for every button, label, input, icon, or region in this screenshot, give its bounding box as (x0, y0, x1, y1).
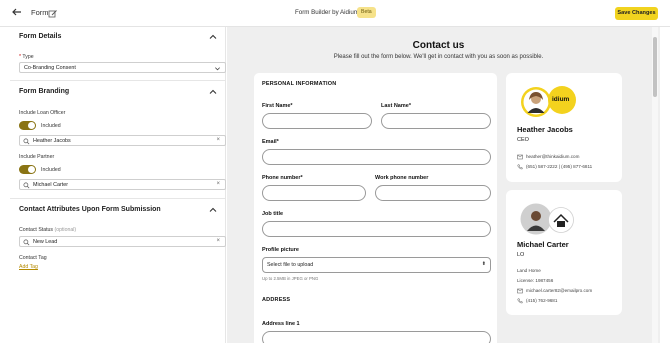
loan-officer-value: Heather Jacobs (33, 138, 71, 144)
contact-status-value: New Lead (33, 239, 58, 245)
page-title: Form (31, 8, 49, 17)
form-card: PERSONAL INFORMATION First Name* Last Na… (254, 73, 497, 343)
file-upload-text: Select file to upload (267, 262, 314, 268)
partner-label: Include Partner (19, 154, 55, 160)
chevron-up-icon[interactable] (208, 205, 218, 215)
first-name-label: First Name* (262, 103, 293, 109)
edit-pencil-icon[interactable] (48, 6, 60, 18)
job-title-input[interactable] (262, 221, 491, 237)
contact-attributes-header[interactable]: Contact Attributes Upon Form Submission (10, 200, 226, 220)
loan-officer-label: Include Loan Officer (19, 110, 66, 116)
mail-icon (517, 288, 523, 294)
loan-officer-email: heather@thinkaidium.com (526, 154, 580, 159)
contact-status-search[interactable]: New Lead × (19, 236, 226, 247)
work-phone-input[interactable] (375, 185, 491, 201)
type-select-value: Co-Branding Consent (24, 65, 76, 71)
save-changes-button[interactable]: Save Changes (615, 7, 658, 20)
chevron-down-icon (215, 67, 220, 71)
loan-officer-phones: (651) 587-2222 | (495) 877-6811 (526, 164, 593, 169)
beta-badge: Beta (357, 7, 376, 18)
loan-officer-toggle[interactable] (19, 121, 36, 130)
scrollbar[interactable] (652, 27, 658, 343)
select-arrows-icon: ⬍ (481, 261, 486, 267)
partner-company-logo (548, 207, 574, 233)
chevron-up-icon[interactable] (208, 32, 218, 42)
work-phone-label: Work phone number (375, 175, 429, 181)
preview-subheading: Please fill out the form below. We'll ge… (333, 54, 544, 60)
settings-panel: Form Details * Type Co-Branding Consent … (10, 27, 226, 343)
search-icon (23, 138, 30, 145)
partner-role: LO (517, 252, 525, 258)
address-section: ADDRESS (262, 297, 291, 303)
email-label: Email* (262, 139, 279, 145)
contact-tag-label: Contact Tag (19, 255, 47, 261)
file-upload-select[interactable]: Select file to upload ⬍ (262, 257, 491, 273)
loan-officer-toggle-label: Included (41, 123, 61, 129)
section-title: Form Details (19, 33, 62, 40)
search-icon (23, 239, 30, 246)
address-line1-input[interactable] (262, 331, 491, 343)
partner-value: Michael Carter (33, 182, 69, 188)
partner-card: Michael Carter LO Land Home License: 198… (506, 190, 622, 315)
form-builder-app: Form Form Builder by Aidium Beta Save Ch… (0, 0, 670, 343)
partner-toggle-label: Included (41, 167, 61, 173)
partner-search[interactable]: Michael Carter × (19, 179, 226, 190)
add-tag-link[interactable]: Add Tag (19, 264, 38, 270)
section-title: Contact Attributes Upon Form Submission (19, 206, 161, 213)
email-input[interactable] (262, 149, 491, 165)
chevron-up-icon[interactable] (208, 87, 218, 97)
partner-company: Land Home (517, 268, 541, 273)
partner-email: michael.carter82@emailpro.com (526, 288, 593, 293)
contact-status-label: Contact Status (optional) (19, 227, 77, 233)
phone-icon (517, 298, 523, 304)
loan-officer-card: idium Heather Jacobs CEO heather@thinkai… (506, 73, 622, 182)
partner-phone: (415) 762-9681 (526, 298, 558, 303)
clear-icon[interactable]: × (216, 238, 220, 244)
company-logo-text: idium (552, 96, 570, 103)
first-name-input[interactable] (262, 113, 372, 129)
clear-icon[interactable]: × (216, 137, 220, 143)
last-name-label: Last Name* (381, 103, 411, 109)
mail-icon (517, 154, 523, 160)
partner-license: License: 1987456 (517, 278, 554, 283)
loan-officer-search[interactable]: Heather Jacobs × (19, 135, 226, 146)
search-icon (23, 182, 30, 189)
last-name-input[interactable] (381, 113, 491, 129)
section-title: Form Branding (19, 88, 70, 95)
divider (10, 198, 226, 199)
preview-heading: Contact us (412, 40, 465, 51)
builder-title: Form Builder by Aidium (295, 9, 359, 16)
partner-name: Michael Carter (517, 240, 569, 249)
job-title-label: Job title (262, 211, 284, 217)
address-line1-label: Address line 1 (262, 321, 300, 327)
partner-toggle[interactable] (19, 165, 36, 174)
loan-officer-name: Heather Jacobs (517, 125, 573, 134)
loan-officer-role: CEO (517, 137, 529, 143)
personal-info-section: PERSONAL INFORMATION (262, 81, 337, 87)
profile-picture-label: Profile picture (262, 247, 299, 253)
phone-input[interactable] (262, 185, 366, 201)
form-details-header[interactable]: Form Details (10, 27, 226, 47)
scrollbar-thumb[interactable] (653, 37, 657, 97)
phone-label: Phone number* (262, 175, 303, 181)
phone-icon (517, 164, 523, 170)
back-arrow-icon[interactable] (11, 6, 25, 20)
upload-hint: Up to 2.5MB in JPEG or PNG (262, 276, 319, 281)
type-select[interactable]: Co-Branding Consent (19, 62, 226, 73)
form-branding-header[interactable]: Form Branding (10, 82, 226, 102)
clear-icon[interactable]: × (216, 181, 220, 187)
divider (10, 80, 226, 81)
top-bar: Form Form Builder by Aidium Beta Save Ch… (0, 0, 670, 27)
type-label: * Type (19, 54, 34, 60)
